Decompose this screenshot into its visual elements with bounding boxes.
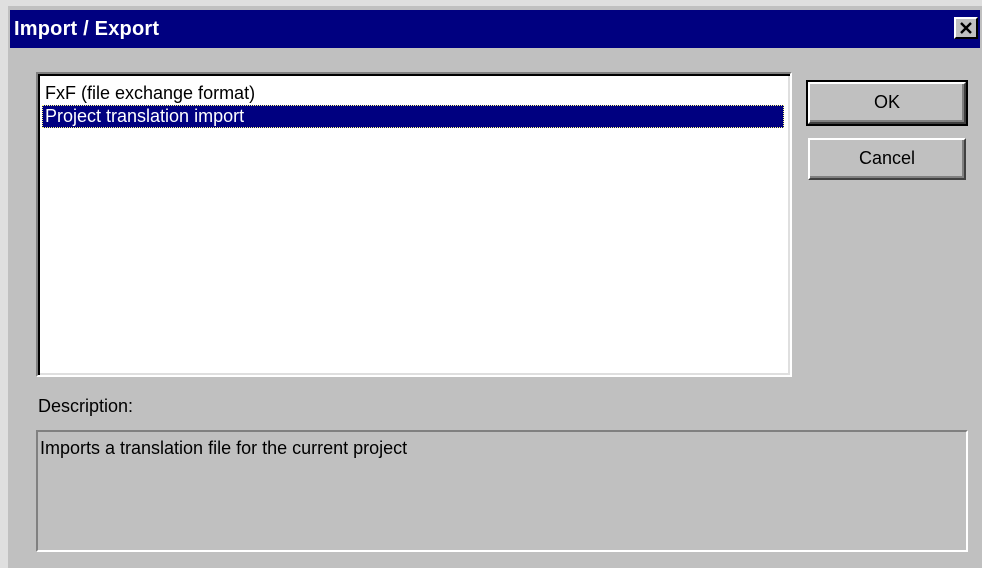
description-box: Imports a translation file for the curre…: [36, 430, 968, 552]
list-item-project-translation-import[interactable]: Project translation import: [42, 105, 784, 128]
import-export-list[interactable]: FxF (file exchange format) Project trans…: [36, 72, 792, 377]
import-export-dialog: Import / Export FxF (file exchange forma…: [0, 0, 982, 568]
description-label: Description:: [38, 396, 134, 416]
cancel-button[interactable]: Cancel: [808, 138, 966, 180]
window-title: Import / Export: [14, 18, 160, 40]
list-item-fxf[interactable]: FxF (file exchange format): [42, 82, 784, 105]
title-bar[interactable]: Import / Export: [10, 10, 980, 48]
ok-button[interactable]: OK: [806, 80, 968, 126]
close-button[interactable]: [954, 17, 978, 39]
description-text: Imports a translation file for the curre…: [40, 438, 408, 458]
